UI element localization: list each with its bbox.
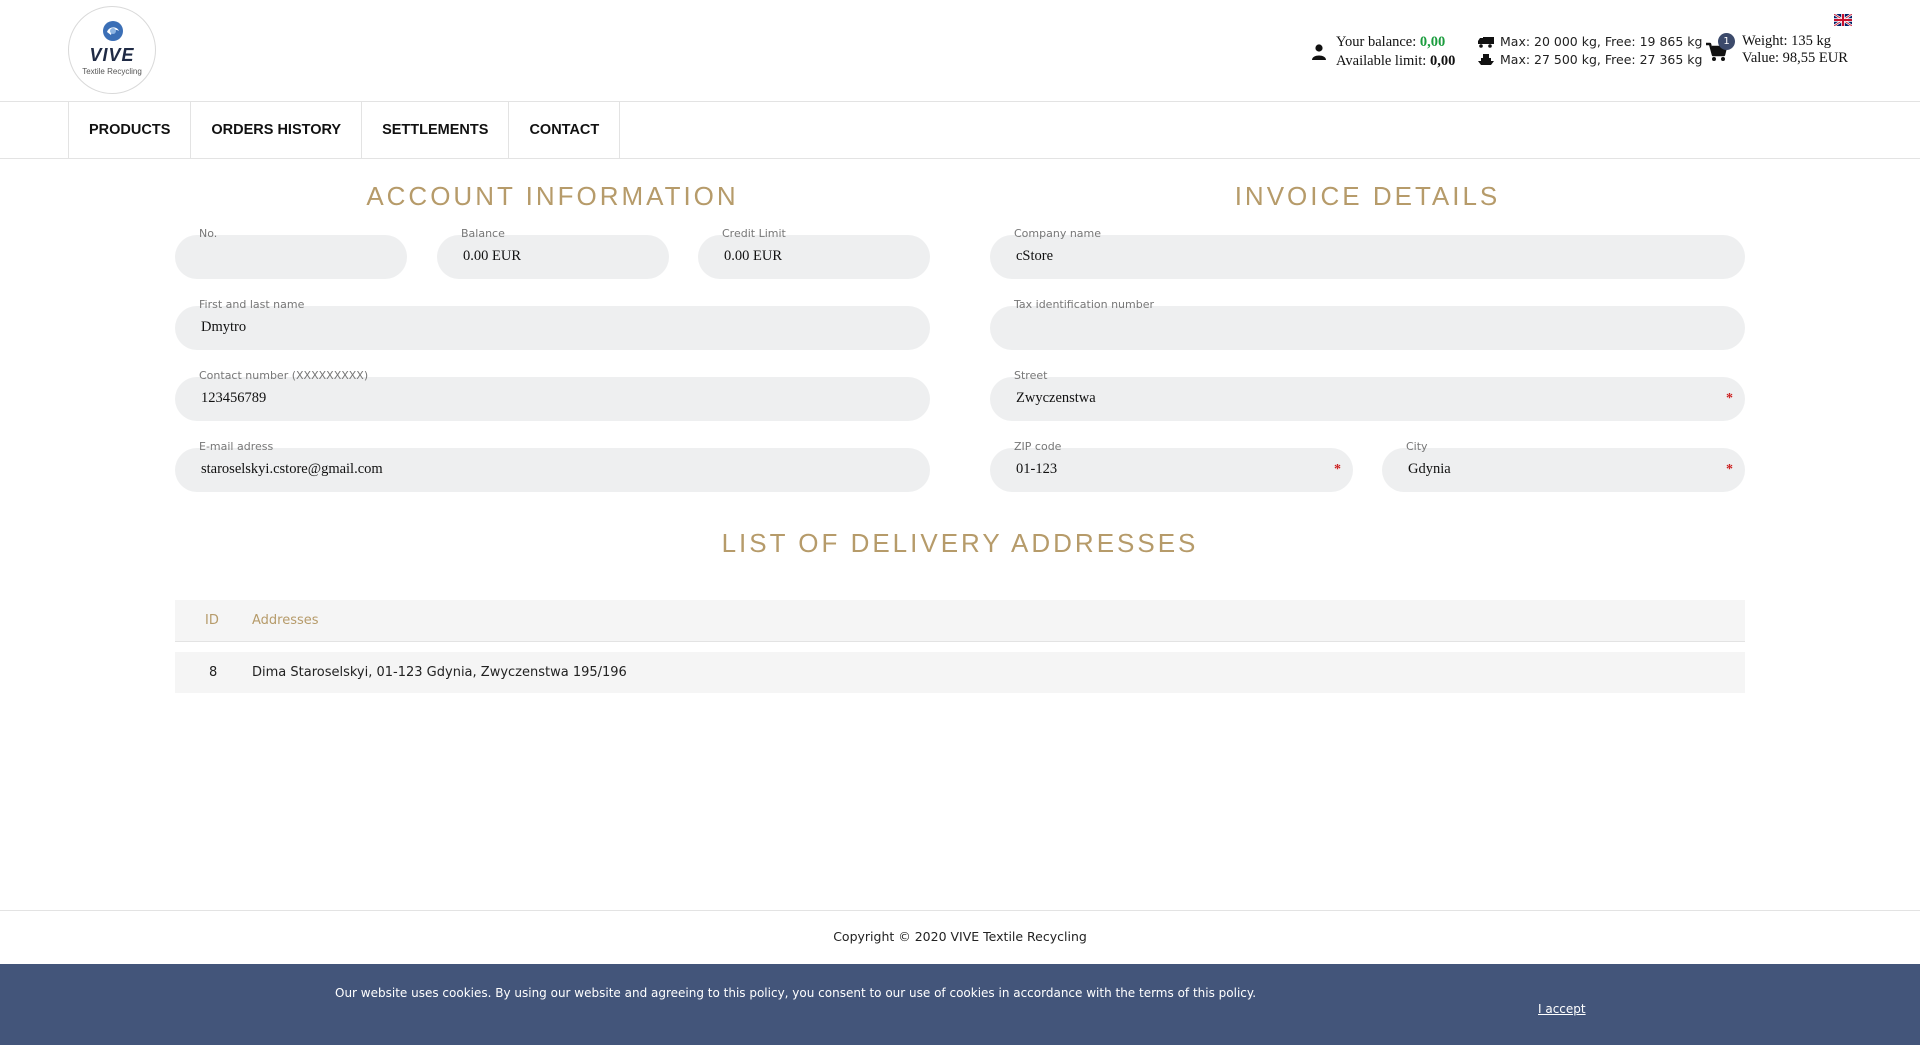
name-label: First and last name [199, 298, 305, 311]
credit-limit-field[interactable]: Credit Limit 0.00 EUR [698, 227, 930, 279]
row-address: Dima Staroselskyi, 01-123 Gdynia, Zwycze… [252, 665, 627, 680]
name-field[interactable]: First and last name Dmytro [175, 298, 930, 350]
cookie-banner: Our website uses cookies. By using our w… [0, 964, 1920, 1045]
ship-capacity-row: Max: 27 500 kg, Free: 27 365 kg [1478, 51, 1702, 69]
cart-weight: Weight: 135 kg [1742, 33, 1832, 49]
credit-limit-value: 0.00 EUR [724, 248, 782, 264]
company-name-value: cStore [1016, 248, 1054, 264]
balance-line: Your balance: 0,00 [1336, 33, 1455, 52]
nav-products[interactable]: PRODUCTS [69, 102, 192, 158]
transport-capacity: Max: 20 000 kg, Free: 19 865 kg Max: 27 … [1478, 33, 1702, 69]
cart-summary: Weight: 135 kg Value: 98,55 EUR [1742, 33, 1848, 67]
city-required-mark: * [1726, 462, 1733, 477]
cart-count-badge: 1 [1718, 33, 1735, 50]
limit-label: Available limit: [1336, 53, 1427, 69]
column-addresses: Addresses [252, 613, 319, 628]
cart-button[interactable]: 1 [1706, 33, 1735, 64]
contact-number-label: Contact number (XXXXXXXXX) [199, 369, 369, 382]
nav-contact[interactable]: CONTACT [509, 102, 621, 158]
limit-line: Available limit: 0,00 [1336, 52, 1455, 71]
row-id: 8 [209, 665, 218, 680]
company-name-label: Company name [1014, 227, 1102, 240]
tax-id-field[interactable]: Tax identification number [990, 298, 1745, 350]
city-value: Gdynia [1408, 461, 1451, 477]
balance-field-label: Balance [461, 227, 505, 240]
credit-limit-label: Credit Limit [722, 227, 786, 240]
table-row[interactable]: 8 Dima Staroselskyi, 01-123 Gdynia, Zwyc… [175, 652, 1745, 693]
city-label: City [1406, 440, 1428, 453]
balance-field-value: 0.00 EUR [463, 248, 521, 264]
main-nav: PRODUCTS ORDERS HISTORY SETTLEMENTS CONT… [0, 102, 1920, 159]
balance-label: Your balance: [1336, 34, 1417, 50]
ship-icon [1478, 54, 1494, 65]
cart-value: Value: 98,55 EUR [1742, 50, 1848, 66]
cookie-text: Our website uses cookies. By using our w… [335, 986, 1257, 1000]
en-flag-icon[interactable] [1834, 14, 1852, 26]
truck-capacity-row: Max: 20 000 kg, Free: 19 865 kg [1478, 33, 1702, 51]
truck-capacity-text: Max: 20 000 kg, Free: 19 865 kg [1500, 34, 1703, 49]
street-required-mark: * [1726, 391, 1733, 406]
street-field[interactable]: Street Zwyczenstwa * [990, 369, 1745, 421]
delivery-addresses-title: LIST OF DELIVERY ADDRESSES [721, 528, 1199, 558]
email-field[interactable]: E-mail adress staroselskyi.cstore@gmail.… [175, 440, 930, 492]
ship-capacity-text: Max: 27 500 kg, Free: 27 365 kg [1500, 52, 1703, 67]
nav-orders-history[interactable]: ORDERS HISTORY [191, 102, 363, 158]
vive-logo[interactable]: VIVE Textile Recycling [68, 6, 156, 94]
zip-required-mark: * [1334, 462, 1341, 477]
zip-code-value: 01-123 [1016, 461, 1058, 477]
account-summary: Your balance: 0,00 Available limit: 0,00 [1312, 33, 1455, 71]
cookie-accept-button[interactable]: I accept [1538, 1002, 1586, 1016]
email-label: E-mail adress [199, 440, 274, 453]
balance-value: 0,00 [1419, 34, 1446, 50]
footer: Copyright © 2020 VIVE Textile Recycling [0, 910, 1920, 964]
email-value: staroselskyi.cstore@gmail.com [201, 461, 383, 477]
zip-code-label: ZIP code [1014, 440, 1062, 453]
zip-code-field[interactable]: ZIP code 01-123 * [990, 440, 1353, 492]
name-value: Dmytro [201, 319, 247, 335]
column-id: ID [205, 613, 219, 628]
contact-number-value: 123456789 [201, 390, 267, 406]
contact-number-field[interactable]: Contact number (XXXXXXXXX) 123456789 [175, 369, 930, 421]
logo-swirl-icon [103, 21, 123, 41]
logo-subtitle: Textile Recycling [82, 67, 142, 76]
account-number-field[interactable]: No. [175, 227, 407, 279]
delivery-table-header: ID Addresses [175, 600, 1745, 642]
account-information-title: ACCOUNT INFORMATION [366, 181, 739, 211]
account-number-label: No. [199, 227, 218, 240]
city-field[interactable]: City Gdynia * [1382, 440, 1745, 492]
invoice-details-title: INVOICE DETAILS [1234, 181, 1501, 211]
header: VIVE Textile Recycling Your balance: 0,0… [0, 0, 1920, 102]
company-name-field[interactable]: Company name cStore [990, 227, 1745, 279]
copyright-text: Copyright © 2020 VIVE Textile Recycling [833, 929, 1087, 944]
tax-id-label: Tax identification number [1014, 298, 1155, 311]
truck-icon [1478, 37, 1494, 48]
balance-field[interactable]: Balance 0.00 EUR [437, 227, 669, 279]
street-label: Street [1014, 369, 1048, 382]
user-icon[interactable] [1312, 44, 1326, 60]
nav-settlements[interactable]: SETTLEMENTS [362, 102, 510, 158]
logo-text: VIVE [89, 45, 135, 65]
street-value: Zwyczenstwa [1016, 390, 1096, 406]
limit-value: 0,00 [1429, 53, 1456, 69]
